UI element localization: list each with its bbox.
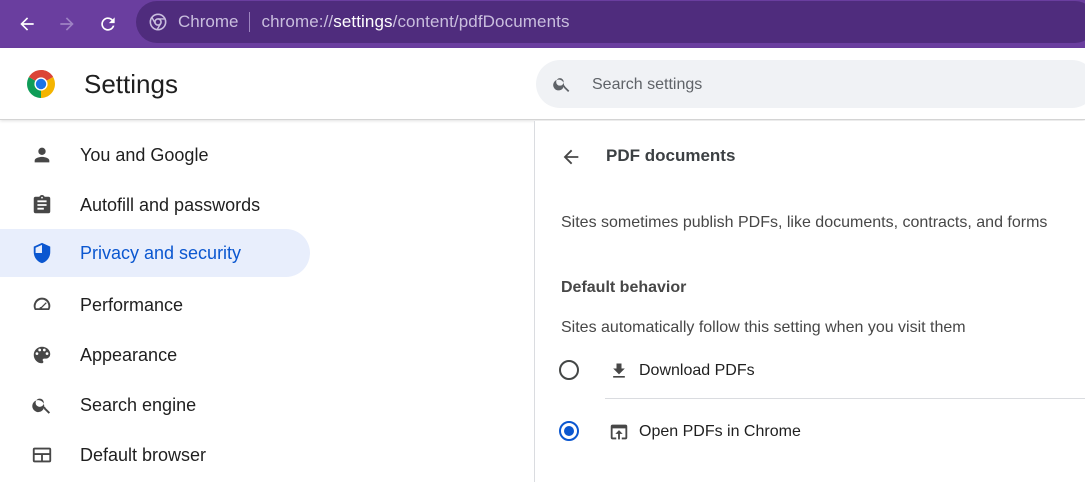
sidebar-item-label: You and Google	[80, 144, 209, 165]
clipboard-icon	[30, 193, 54, 217]
shield-icon	[30, 241, 54, 265]
sidebar-item-label: Search engine	[80, 394, 197, 415]
pdf-documents-card: PDF documents Sites sometimes publish PD…	[534, 121, 1085, 482]
option-label: Download PDFs	[639, 362, 755, 379]
sidebar-item-you-and-google[interactable]: You and Google	[0, 131, 310, 179]
omnibox-chip: Chrome	[178, 12, 239, 31]
url-scheme: chrome://	[261, 12, 334, 31]
browser-window-icon	[30, 443, 54, 467]
option-open-pdfs-in-chrome[interactable]: Open PDFs in Chrome	[559, 409, 1085, 455]
option-divider	[605, 398, 1085, 399]
omnibox-divider	[249, 12, 251, 32]
reload-icon[interactable]	[94, 10, 122, 38]
option-label: Open PDFs in Chrome	[639, 423, 801, 440]
search-icon	[552, 74, 572, 94]
chrome-icon	[148, 12, 168, 32]
sidebar-item-privacy-and-security[interactable]: Privacy and security	[0, 229, 310, 277]
palette-icon	[30, 343, 54, 367]
section-subtitle: Sites automatically follow this setting …	[561, 319, 966, 336]
address-bar[interactable]: Chrome chrome://settings/content/pdfDocu…	[136, 1, 1085, 43]
sidebar-item-label: Autofill and passwords	[80, 194, 261, 215]
option-download-pdfs[interactable]: Download PDFs	[559, 348, 1085, 394]
radio-button[interactable]	[559, 360, 579, 380]
open-in-browser-icon	[607, 420, 631, 444]
search-icon	[30, 393, 54, 417]
back-arrow-icon[interactable]	[13, 10, 41, 38]
speedometer-icon	[30, 293, 54, 317]
sidebar-item-autofill[interactable]: Autofill and passwords	[0, 181, 310, 229]
url-path: /content/pdfDocuments	[392, 12, 570, 31]
settings-sidebar: You and Google Autofill and passwords Pr…	[0, 121, 320, 482]
browser-toolbar: Chrome chrome://settings/content/pdfDocu…	[0, 0, 1085, 48]
subpage-description: Sites sometimes publish PDFs, like docum…	[561, 214, 1048, 231]
sidebar-item-label: Default browser	[80, 444, 207, 465]
sidebar-item-appearance[interactable]: Appearance	[0, 331, 310, 379]
chrome-logo-icon	[26, 69, 56, 99]
search-input[interactable]	[592, 74, 1072, 96]
sidebar-item-label: Performance	[80, 294, 184, 315]
forward-arrow-icon[interactable]	[53, 10, 81, 38]
sidebar-item-search-engine[interactable]: Search engine	[0, 381, 310, 429]
page-title: Settings	[84, 69, 178, 99]
sidebar-item-label: Appearance	[80, 344, 178, 365]
url-text[interactable]: chrome://settings/content/pdfDocuments	[261, 12, 569, 32]
url-host: settings	[333, 12, 393, 31]
search-box[interactable]	[536, 60, 1085, 108]
sidebar-item-label: Privacy and security	[80, 242, 242, 263]
settings-header: Settings	[0, 48, 1085, 120]
back-arrow-icon[interactable]	[557, 143, 585, 171]
section-title: Default behavior	[561, 279, 687, 296]
download-icon	[607, 359, 631, 383]
sidebar-item-default-browser[interactable]: Default browser	[0, 431, 310, 479]
person-icon	[30, 143, 54, 167]
sidebar-item-performance[interactable]: Performance	[0, 281, 310, 329]
radio-button-checked[interactable]	[559, 421, 579, 441]
subpage-title: PDF documents	[606, 146, 736, 165]
